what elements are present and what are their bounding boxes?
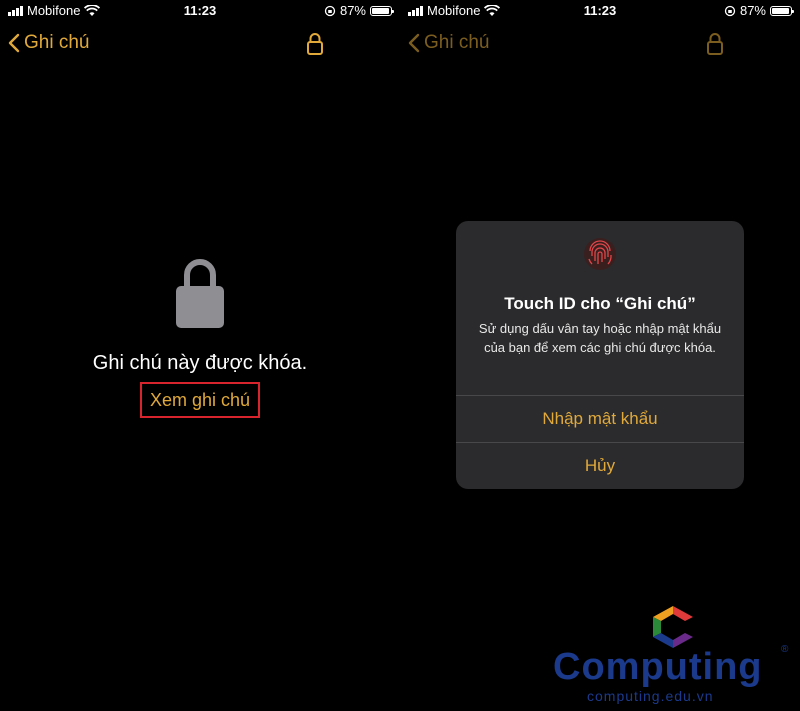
locked-message: Ghi chú này được khóa. xyxy=(92,352,308,374)
logo-mark-icon xyxy=(653,606,693,648)
logo-wordmark: Computing xyxy=(553,646,763,688)
chevron-left-icon xyxy=(408,33,420,53)
left-screen: Mobifone 11:23 87% Ghi chú Ghi chú này đ… xyxy=(0,0,400,711)
registered-mark: ® xyxy=(781,644,789,655)
battery-percent: 87% xyxy=(339,3,366,18)
chevron-left-icon xyxy=(8,33,20,53)
status-right: 87% xyxy=(724,3,794,18)
nav-bar: Ghi chú xyxy=(400,26,800,66)
lock-icon[interactable] xyxy=(706,32,724,56)
battery-icon xyxy=(770,5,794,16)
nav-bar: Ghi chú xyxy=(0,26,400,66)
battery-percent: 87% xyxy=(739,3,766,18)
cancel-button[interactable]: Hủy xyxy=(456,443,744,489)
enter-password-button[interactable]: Nhập mật khẩu xyxy=(456,396,744,442)
dialog-title: Touch ID cho “Ghi chú” xyxy=(504,294,696,313)
status-bar: Mobifone 11:23 87% xyxy=(0,0,400,22)
lock-icon[interactable] xyxy=(306,32,324,56)
touch-id-dialog: Touch ID cho “Ghi chú” Sử dụng dấu vân t… xyxy=(456,221,744,489)
back-button[interactable]: Ghi chú xyxy=(8,32,89,54)
rotation-lock-icon xyxy=(724,5,736,16)
right-screen: Mobifone 11:23 87% Ghi chú Touch ID cho … xyxy=(400,0,800,711)
dialog-message: Sử dụng dấu vân tay hoặc nhập mật khẩu c… xyxy=(478,321,722,355)
back-label: Ghi chú xyxy=(24,32,90,53)
logo-url: computing.edu.vn xyxy=(587,688,714,704)
back-button[interactable]: Ghi chú xyxy=(408,32,489,54)
view-note-button[interactable]: Xem ghi chú xyxy=(140,382,260,418)
back-label: Ghi chú xyxy=(424,32,490,53)
status-bar: Mobifone 11:23 87% xyxy=(400,0,800,22)
locked-note-lock-icon xyxy=(176,259,224,328)
status-right: 87% xyxy=(324,3,394,18)
computing-logo: Computing ® computing.edu.vn xyxy=(553,606,793,706)
fingerprint-icon xyxy=(584,238,616,270)
battery-icon xyxy=(370,5,394,16)
rotation-lock-icon xyxy=(324,5,336,16)
